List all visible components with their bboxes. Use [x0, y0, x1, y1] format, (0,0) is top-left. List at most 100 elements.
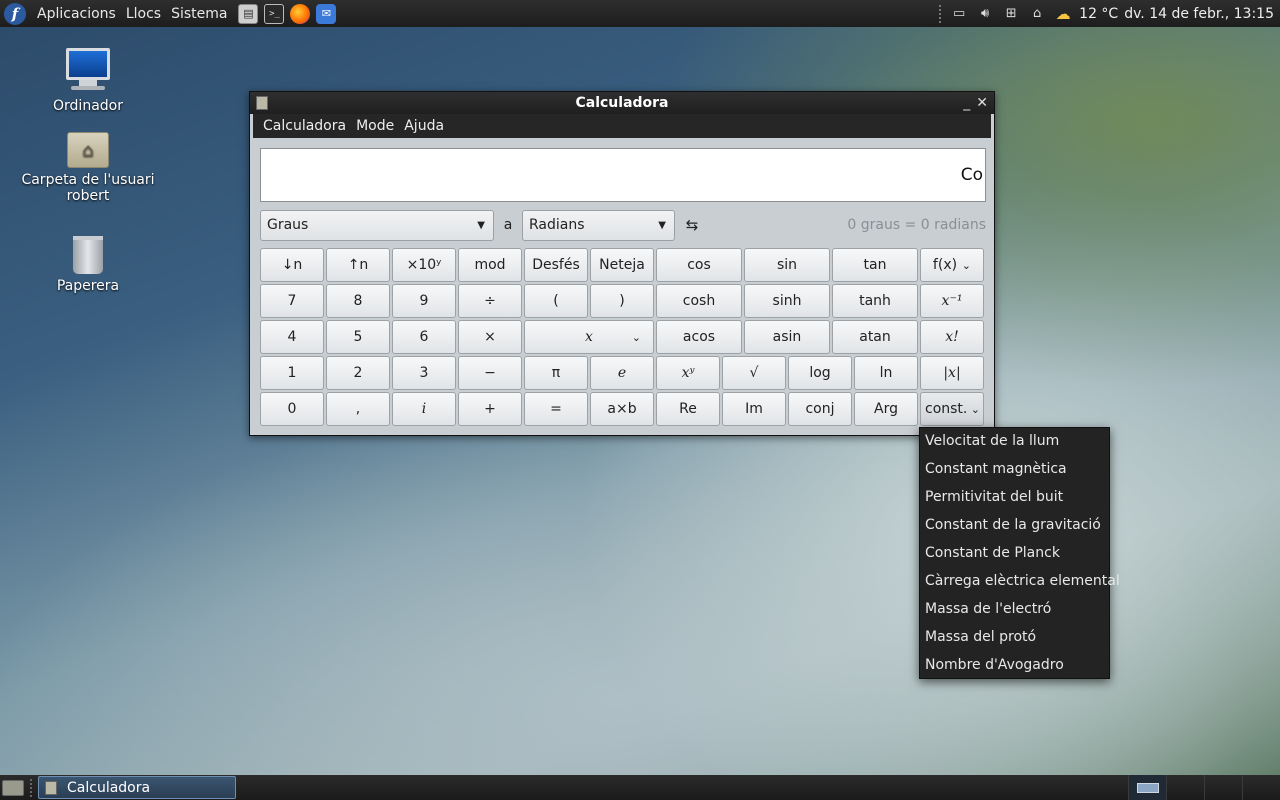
calculator-app-icon[interactable] — [256, 96, 268, 110]
key-decimal-comma[interactable]: , — [326, 392, 390, 426]
const-vacuum-permittivity[interactable]: Permitivitat del buit — [920, 486, 1109, 514]
key-mod[interactable]: mod — [458, 248, 522, 282]
clock[interactable]: dv. 14 de febr., 13:15 — [1124, 6, 1274, 22]
key-open-paren[interactable]: ( — [524, 284, 588, 318]
temperature-readout[interactable]: 12 °C — [1079, 6, 1118, 22]
const-avogadro[interactable]: Nombre d'Avogadro — [920, 654, 1109, 682]
key-constants-menu[interactable]: const. ⌄ — [920, 392, 984, 426]
key-9[interactable]: 9 — [392, 284, 456, 318]
weather-icon[interactable]: ☁ — [1053, 4, 1073, 24]
taskbar-item-calculator[interactable]: Calculadora — [38, 776, 236, 799]
key-variable-menu[interactable]: x ⌄ — [524, 320, 654, 354]
file-manager-launcher-icon[interactable]: ▤ — [238, 3, 259, 24]
desktop-icon-trash[interactable]: Paperera — [13, 236, 163, 294]
volume-icon[interactable]: 🔊︎ — [975, 4, 995, 24]
terminal-launcher-icon[interactable]: >_ — [264, 3, 285, 24]
key-8[interactable]: 8 — [326, 284, 390, 318]
const-magnetic[interactable]: Constant magnètica — [920, 458, 1109, 486]
calculator-display[interactable]: Co — [260, 148, 986, 202]
key-atan[interactable]: atan — [832, 320, 918, 354]
fedora-logo-icon[interactable]: f — [4, 2, 26, 25]
calculator-window: Calculadora _ ✕ Calculadora Mode Ajuda C… — [249, 91, 995, 436]
key-imag-part[interactable]: Im — [722, 392, 786, 426]
key-euler[interactable]: e — [590, 356, 654, 390]
key-pi[interactable]: π — [524, 356, 588, 390]
desktop-icon-label: Ordinador — [53, 98, 123, 114]
display-settings-icon[interactable]: ▭ — [949, 4, 969, 24]
key-tan[interactable]: tan — [832, 248, 918, 282]
key-subtract[interactable]: − — [458, 356, 522, 390]
key-clear[interactable]: Neteja — [590, 248, 654, 282]
menu-mode[interactable]: Mode — [351, 118, 399, 134]
to-unit-select[interactable]: Radians ▼ — [522, 209, 675, 241]
key-argument[interactable]: Arg — [854, 392, 918, 426]
swap-units-button[interactable]: ⇆ — [677, 216, 707, 234]
close-button[interactable]: ✕ — [976, 96, 988, 110]
key-0[interactable]: 0 — [260, 392, 324, 426]
key-divide[interactable]: ÷ — [458, 284, 522, 318]
key-power[interactable]: xʸ — [656, 356, 720, 390]
workspace-3[interactable] — [1204, 775, 1242, 800]
key-abs[interactable]: |x| — [920, 356, 984, 390]
key-real[interactable]: Re — [656, 392, 720, 426]
key-close-paren[interactable]: ) — [590, 284, 654, 318]
show-desktop-icon[interactable] — [2, 779, 24, 796]
key-5[interactable]: 5 — [326, 320, 390, 354]
mail-launcher-icon[interactable]: ✉ — [316, 3, 337, 24]
const-planck[interactable]: Constant de Planck — [920, 542, 1109, 570]
key-cosh[interactable]: cosh — [656, 284, 742, 318]
key-conjugate[interactable]: conj — [788, 392, 852, 426]
key-ln[interactable]: ln — [854, 356, 918, 390]
key-1[interactable]: 1 — [260, 356, 324, 390]
key-acos[interactable]: acos — [656, 320, 742, 354]
const-speed-of-light[interactable]: Velocitat de la llum — [920, 430, 1109, 458]
menu-calculator[interactable]: Calculadora — [258, 118, 351, 134]
from-unit-select[interactable]: Graus ▼ — [260, 209, 494, 241]
workspace-4[interactable] — [1242, 775, 1280, 800]
firefox-launcher-icon[interactable] — [290, 3, 311, 24]
key-log[interactable]: log — [788, 356, 852, 390]
update-notifier-icon[interactable]: ⌂ — [1027, 4, 1047, 24]
key-tanh[interactable]: tanh — [832, 284, 918, 318]
key-shift-up[interactable]: ↑n — [326, 248, 390, 282]
const-elementary-charge[interactable]: Càrrega elèctrica elemental — [920, 570, 1120, 598]
key-imaginary[interactable]: i — [392, 392, 456, 426]
key-shift-down[interactable]: ↓n — [260, 248, 324, 282]
menu-help[interactable]: Ajuda — [399, 118, 449, 134]
key-undo[interactable]: Desfés — [524, 248, 588, 282]
key-function-menu[interactable]: f(x) ⌄ — [920, 248, 984, 282]
key-add[interactable]: + — [458, 392, 522, 426]
key-sin[interactable]: sin — [744, 248, 830, 282]
key-inverse[interactable]: x⁻¹ — [920, 284, 984, 318]
key-equals[interactable]: = — [524, 392, 588, 426]
window-titlebar[interactable]: Calculadora _ ✕ — [250, 92, 994, 114]
workspace-2[interactable] — [1166, 775, 1204, 800]
key-root[interactable]: √ — [722, 356, 786, 390]
const-proton-mass[interactable]: Massa del protó — [920, 626, 1109, 654]
network-icon[interactable]: ⊞ — [1001, 4, 1021, 24]
key-multiply[interactable]: × — [458, 320, 522, 354]
menu-applications[interactable]: Aplicacions — [32, 6, 121, 22]
menu-places[interactable]: Llocs — [121, 6, 166, 22]
key-4[interactable]: 4 — [260, 320, 324, 354]
key-7[interactable]: 7 — [260, 284, 324, 318]
desktop-icon-home-folder[interactable]: ⌂ Carpeta de l'usuari robert — [13, 132, 163, 204]
workspace-1[interactable] — [1128, 775, 1166, 800]
key-3[interactable]: 3 — [392, 356, 456, 390]
to-unit-value: Radians — [529, 217, 585, 233]
minimize-button[interactable]: _ — [963, 96, 970, 110]
key-factorial[interactable]: x! — [920, 320, 984, 354]
key-exponent[interactable]: ×10ʸ — [392, 248, 456, 282]
menu-system[interactable]: Sistema — [166, 6, 232, 22]
from-unit-value: Graus — [267, 217, 309, 233]
desktop-icon-computer[interactable]: Ordinador — [13, 48, 163, 114]
key-2[interactable]: 2 — [326, 356, 390, 390]
key-cos[interactable]: cos — [656, 248, 742, 282]
key-sinh[interactable]: sinh — [744, 284, 830, 318]
key-6[interactable]: 6 — [392, 320, 456, 354]
key-scientific-notation[interactable]: a×b — [590, 392, 654, 426]
const-electron-mass[interactable]: Massa de l'electró — [920, 598, 1109, 626]
const-gravitation[interactable]: Constant de la gravitació — [920, 514, 1109, 542]
key-asin[interactable]: asin — [744, 320, 830, 354]
panel-grip[interactable] — [30, 778, 36, 797]
